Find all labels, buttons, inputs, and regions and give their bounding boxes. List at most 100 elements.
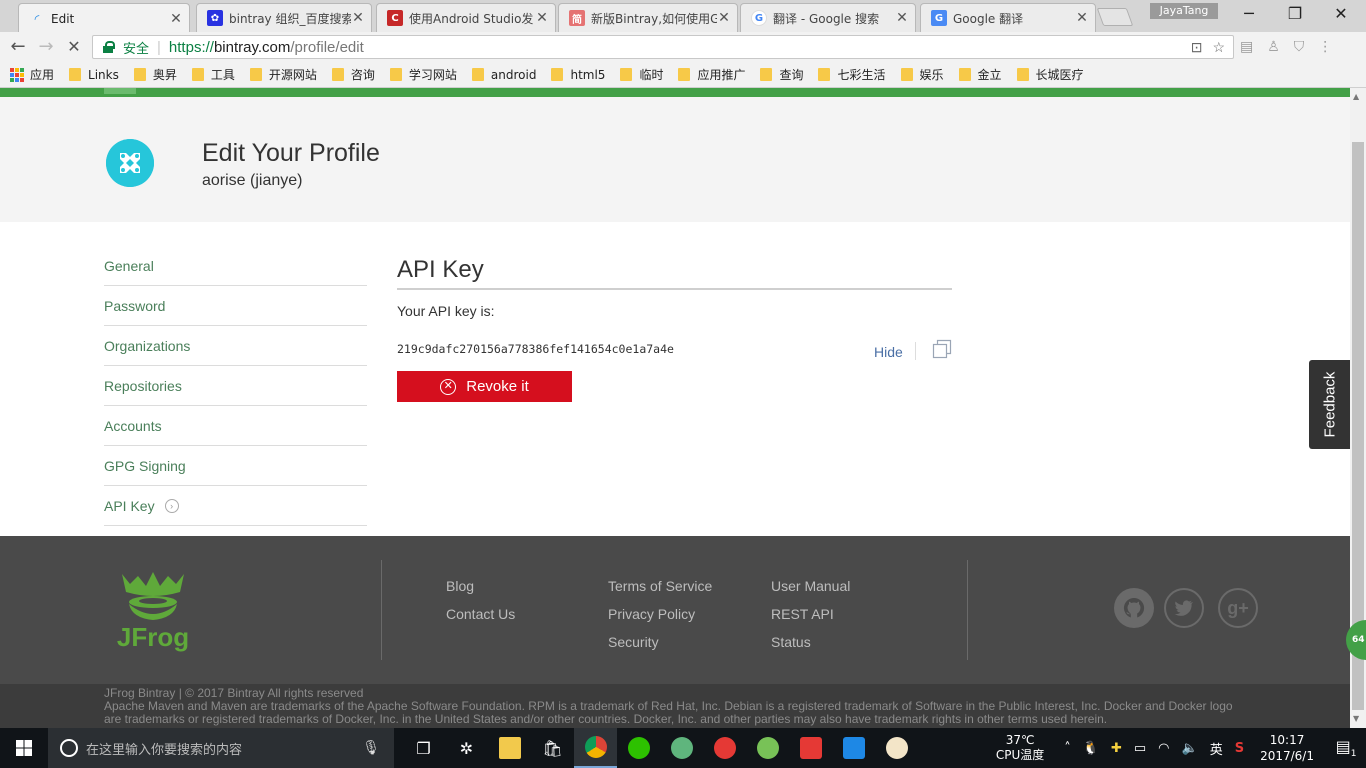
action-center-icon[interactable]: ▤1 xyxy=(1326,737,1366,759)
minimize-icon[interactable]: ─ xyxy=(1234,4,1264,23)
bookmark-folder[interactable]: Links xyxy=(69,68,119,82)
chevron-up-icon[interactable]: ˄ xyxy=(1064,741,1071,756)
bookmark-folder[interactable]: 查询 xyxy=(760,66,803,83)
sidenav-item-gpg-signing[interactable]: GPG Signing xyxy=(104,446,367,486)
bookmark-folder[interactable]: 长城医疗 xyxy=(1016,66,1084,83)
plus-badge-icon[interactable]: ✚ xyxy=(1111,741,1122,756)
bookmark-folder[interactable]: 学习网站 xyxy=(389,66,457,83)
sidenav-item-password[interactable]: Password xyxy=(104,286,367,326)
sogou-icon[interactable]: S xyxy=(1235,741,1244,756)
tab-close-icon[interactable]: ✕ xyxy=(717,10,731,26)
wechat-icon[interactable] xyxy=(617,728,660,768)
sidenav-item-general[interactable]: General xyxy=(104,246,367,286)
wifi-icon[interactable]: ◠ xyxy=(1158,741,1169,756)
chrome-icon[interactable] xyxy=(574,728,617,768)
hide-key-link[interactable]: Hide xyxy=(874,344,903,360)
new-tab-button[interactable] xyxy=(1096,8,1134,26)
footer-link-terms[interactable]: Terms of Service xyxy=(608,572,712,600)
footer-link-blog[interactable]: Blog xyxy=(446,572,515,600)
extension-icon[interactable]: ▤ xyxy=(1240,39,1253,55)
sidenav-item-repositories[interactable]: Repositories xyxy=(104,366,367,406)
battery-icon[interactable]: ▭ xyxy=(1134,741,1146,756)
back-arrow-icon[interactable]: ← xyxy=(6,36,30,58)
bookmark-folder[interactable]: 开源网站 xyxy=(249,66,317,83)
browser-tab-edit[interactable]: ◜ Edit ✕ xyxy=(18,3,190,33)
stop-loading-icon[interactable]: ✕ xyxy=(62,36,86,58)
bookmark-folder[interactable]: 娱乐 xyxy=(900,66,944,83)
snail-app-icon[interactable] xyxy=(703,728,746,768)
scroll-up-arrow-icon[interactable]: ▲ xyxy=(1353,92,1359,101)
red-app-icon[interactable] xyxy=(789,728,832,768)
taskbar-search[interactable]: 在这里输入你要搜索的内容 🎙 xyxy=(48,728,394,768)
copy-icon[interactable] xyxy=(932,339,952,359)
avatar[interactable] xyxy=(106,139,154,187)
browser-tab-csdn[interactable]: C 使用Android Studio发 ✕ xyxy=(376,3,556,32)
feedback-button[interactable]: Feedback xyxy=(1309,360,1350,449)
sidenav-item-accounts[interactable]: Accounts xyxy=(104,406,367,446)
bookmark-folder[interactable]: html5 xyxy=(551,68,605,82)
window-close-icon[interactable]: ✕ xyxy=(1326,4,1356,23)
footer-link-status[interactable]: Status xyxy=(771,628,850,656)
extension-icon[interactable]: ♙ xyxy=(1267,39,1280,55)
api-key-value[interactable]: 219c9dafc270156a778386fef141654c0e1a7a4e xyxy=(397,342,674,356)
address-bar[interactable]: 安全 | https://bintray.com/profile/edit ⊡ … xyxy=(92,35,1234,59)
ime-language[interactable]: 英 xyxy=(1210,739,1223,758)
github-icon[interactable] xyxy=(1114,588,1154,628)
jfrog-logo[interactable]: JFrog xyxy=(112,566,194,652)
temperature-value: 37℃ xyxy=(1005,733,1035,747)
browser-tab-jianshu[interactable]: 简 新版Bintray,如何使用G ✕ xyxy=(558,3,738,32)
cpu-temperature[interactable]: 37℃ CPU温度 xyxy=(996,733,1044,763)
file-explorer-icon[interactable] xyxy=(488,728,531,768)
footer-link-security[interactable]: Security xyxy=(608,628,712,656)
microphone-icon[interactable]: 🎙 xyxy=(362,740,380,756)
bookmark-folder[interactable]: 应用推广 xyxy=(678,66,745,83)
windows-start-icon[interactable] xyxy=(0,728,48,768)
clock[interactable]: 10:17 2017/6/1 xyxy=(1260,732,1314,764)
browser-profile-name[interactable]: JayaTang xyxy=(1150,3,1218,19)
bookmark-folder[interactable]: 临时 xyxy=(620,66,663,83)
revoke-key-button[interactable]: ✕ Revoke it xyxy=(397,371,572,402)
task-view-icon[interactable]: ❐ xyxy=(402,728,445,768)
google-plus-icon[interactable]: g+ xyxy=(1218,588,1258,628)
tab-close-icon[interactable]: ✕ xyxy=(535,10,549,26)
sidenav-item-organizations[interactable]: Organizations xyxy=(104,326,367,366)
footer-link-rest-api[interactable]: REST API xyxy=(771,600,850,628)
browser-tab-google-search[interactable]: G 翻译 - Google 搜索 ✕ xyxy=(740,3,916,32)
bookmark-folder[interactable]: 金立 xyxy=(958,66,1002,83)
notification-count: 1 xyxy=(1350,749,1357,760)
bookmark-folder[interactable]: 奥昇 xyxy=(133,66,177,83)
footer-link-privacy[interactable]: Privacy Policy xyxy=(608,600,712,628)
twitter-icon[interactable] xyxy=(1164,588,1204,628)
menu-icon[interactable]: ⋮ xyxy=(1318,39,1332,55)
extension-shield-icon[interactable]: ⛉ xyxy=(1294,39,1305,55)
bookmark-star-icon[interactable]: ☆ xyxy=(1212,39,1225,56)
scroll-down-arrow-icon[interactable]: ▼ xyxy=(1353,714,1359,723)
bookmark-label: 应用推广 xyxy=(697,68,746,82)
android-studio-icon[interactable] xyxy=(746,728,789,768)
browser-tab-google-translate[interactable]: G Google 翻译 ✕ xyxy=(920,3,1096,32)
pinwheel-app-icon[interactable]: ✲ xyxy=(445,728,488,768)
tab-close-icon[interactable]: ✕ xyxy=(895,10,909,26)
sidenav-item-api-key[interactable]: API Key › xyxy=(104,486,367,526)
restore-icon[interactable]: ❐ xyxy=(1280,4,1310,23)
blue-app-icon[interactable] xyxy=(832,728,875,768)
atom-icon[interactable] xyxy=(660,728,703,768)
tab-close-icon[interactable]: ✕ xyxy=(1075,10,1089,26)
translate-icon[interactable]: ⊡ xyxy=(1191,39,1203,56)
volume-icon[interactable]: 🔈 xyxy=(1182,741,1198,756)
bookmark-folder[interactable]: android xyxy=(471,68,536,82)
bookmark-folder[interactable]: 咨询 xyxy=(331,66,375,83)
qq-icon[interactable]: 🐧 xyxy=(1083,741,1099,756)
tab-close-icon[interactable]: ✕ xyxy=(351,10,365,26)
forward-arrow-icon[interactable]: → xyxy=(34,36,58,58)
bookmark-folder[interactable]: 七彩生活 xyxy=(818,66,886,83)
footer-link-manual[interactable]: User Manual xyxy=(771,572,850,600)
avatar-app-icon[interactable] xyxy=(875,728,918,768)
footer-link-contact[interactable]: Contact Us xyxy=(446,600,515,628)
bookmark-apps[interactable]: 应用 xyxy=(10,66,54,83)
browser-tab-baidu[interactable]: ✿ bintray 组织_百度搜索 ✕ xyxy=(196,3,372,32)
folder-icon xyxy=(389,68,402,81)
bookmark-folder[interactable]: 工具 xyxy=(191,66,235,83)
store-icon[interactable]: 🛍 xyxy=(531,728,574,768)
tab-close-icon[interactable]: ✕ xyxy=(169,11,183,27)
